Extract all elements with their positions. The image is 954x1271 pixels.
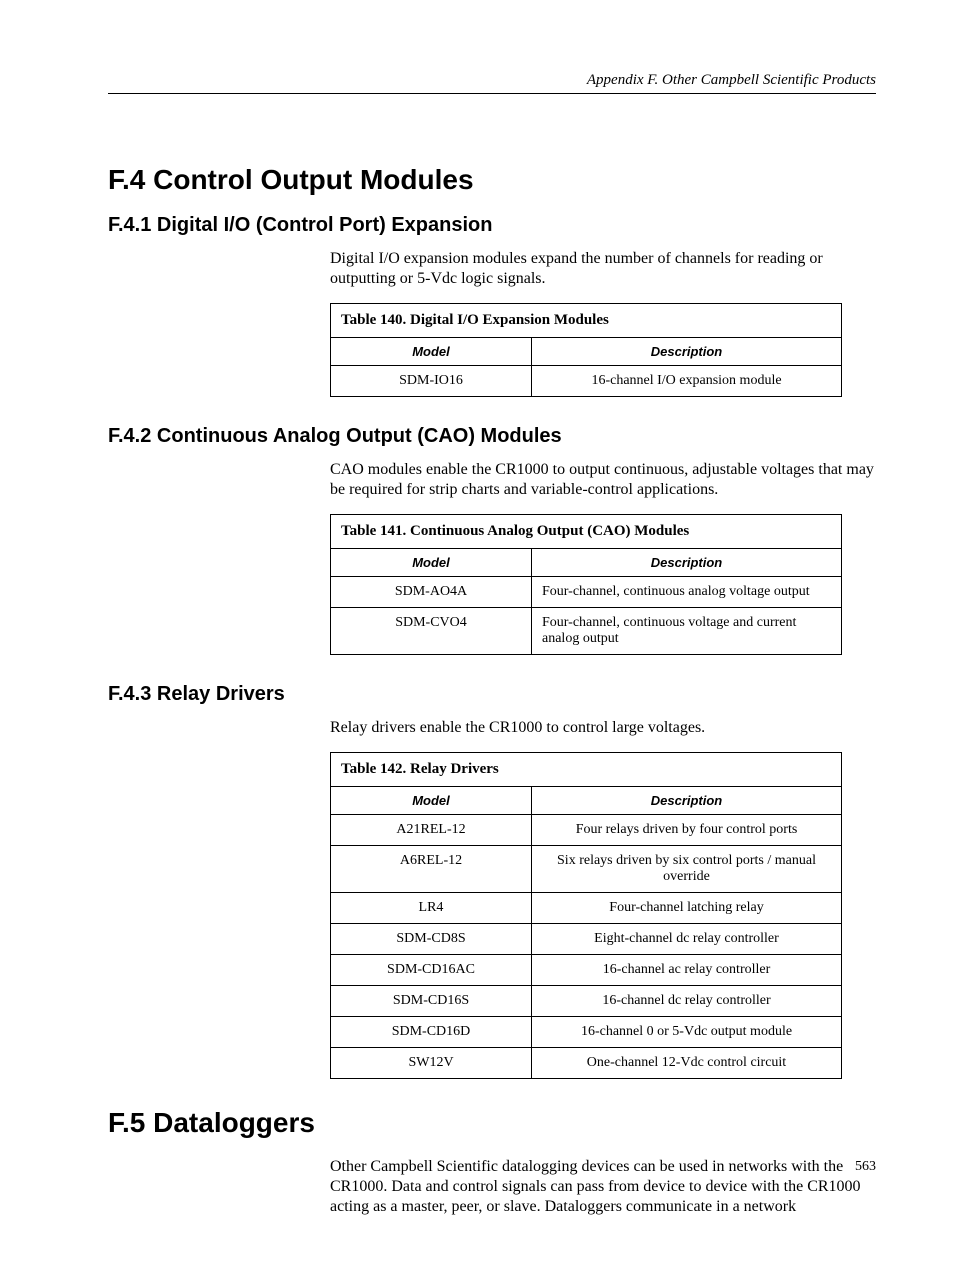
table-140-caption: Table 140. Digital I/O Expansion Modules	[330, 303, 842, 337]
table-140: Table 140. Digital I/O Expansion Modules…	[330, 303, 842, 397]
cell-desc: Four relays driven by four control ports	[532, 815, 842, 846]
cell-desc: Four-channel latching relay	[532, 893, 842, 924]
heading-f4: F.4 Control Output Modules	[108, 164, 876, 196]
table-142: Table 142. Relay Drivers Model Descripti…	[330, 752, 842, 1079]
table-row: SW12V One-channel 12-Vdc control circuit	[331, 1048, 842, 1079]
table-142-caption: Table 142. Relay Drivers	[330, 752, 842, 786]
heading-f4-3: F.4.3 Relay Drivers	[108, 683, 876, 706]
cell-desc: 16-channel dc relay controller	[532, 986, 842, 1017]
table-row: SDM-CD8S Eight-channel dc relay controll…	[331, 924, 842, 955]
cell-desc: One-channel 12-Vdc control circuit	[532, 1048, 842, 1079]
table-row: SDM-CVO4 Four-channel, continuous voltag…	[331, 608, 842, 655]
cell-desc: 16-channel I/O expansion module	[532, 366, 842, 397]
table-141-caption: Table 141. Continuous Analog Output (CAO…	[330, 514, 842, 548]
cell-model: SDM-CVO4	[331, 608, 532, 655]
table-row: LR4 Four-channel latching relay	[331, 893, 842, 924]
cell-model: A21REL-12	[331, 815, 532, 846]
cell-desc: 16-channel 0 or 5-Vdc output module	[532, 1017, 842, 1048]
table-row: A21REL-12 Four relays driven by four con…	[331, 815, 842, 846]
cell-desc: Four-channel, continuous voltage and cur…	[532, 608, 842, 655]
cell-desc: Six relays driven by six control ports /…	[532, 846, 842, 893]
cell-model: SDM-CD8S	[331, 924, 532, 955]
cell-model: SDM-IO16	[331, 366, 532, 397]
cell-model: A6REL-12	[331, 846, 532, 893]
body-f4-3: Relay drivers enable the CR1000 to contr…	[330, 718, 876, 738]
running-head: Appendix F. Other Campbell Scientific Pr…	[108, 72, 876, 94]
cell-model: SW12V	[331, 1048, 532, 1079]
body-f4-2: CAO modules enable the CR1000 to output …	[330, 460, 876, 500]
table-row: SDM-AO4A Four-channel, continuous analog…	[331, 577, 842, 608]
table-row: SDM-CD16D 16-channel 0 or 5-Vdc output m…	[331, 1017, 842, 1048]
table-142-h-desc: Description	[532, 787, 842, 815]
table-141-h-model: Model	[331, 549, 532, 577]
cell-model: SDM-AO4A	[331, 577, 532, 608]
heading-f5: F.5 Dataloggers	[108, 1107, 876, 1139]
table-142-h-model: Model	[331, 787, 532, 815]
table-row: SDM-IO16 16-channel I/O expansion module	[331, 366, 842, 397]
table-140-h-desc: Description	[532, 338, 842, 366]
table-141: Table 141. Continuous Analog Output (CAO…	[330, 514, 842, 655]
table-row: SDM-CD16S 16-channel dc relay controller	[331, 986, 842, 1017]
cell-model: SDM-CD16D	[331, 1017, 532, 1048]
body-f5: Other Campbell Scientific datalogging de…	[330, 1157, 876, 1217]
page-number: 563	[855, 1159, 876, 1175]
cell-model: SDM-CD16AC	[331, 955, 532, 986]
heading-f4-2: F.4.2 Continuous Analog Output (CAO) Mod…	[108, 425, 876, 448]
table-row: SDM-CD16AC 16-channel ac relay controlle…	[331, 955, 842, 986]
cell-desc: Eight-channel dc relay controller	[532, 924, 842, 955]
table-141-h-desc: Description	[532, 549, 842, 577]
cell-model: LR4	[331, 893, 532, 924]
cell-desc: 16-channel ac relay controller	[532, 955, 842, 986]
table-row: A6REL-12 Six relays driven by six contro…	[331, 846, 842, 893]
body-f4-1: Digital I/O expansion modules expand the…	[330, 249, 876, 289]
cell-desc: Four-channel, continuous analog voltage …	[532, 577, 842, 608]
heading-f4-1: F.4.1 Digital I/O (Control Port) Expansi…	[108, 214, 876, 237]
cell-model: SDM-CD16S	[331, 986, 532, 1017]
table-140-h-model: Model	[331, 338, 532, 366]
